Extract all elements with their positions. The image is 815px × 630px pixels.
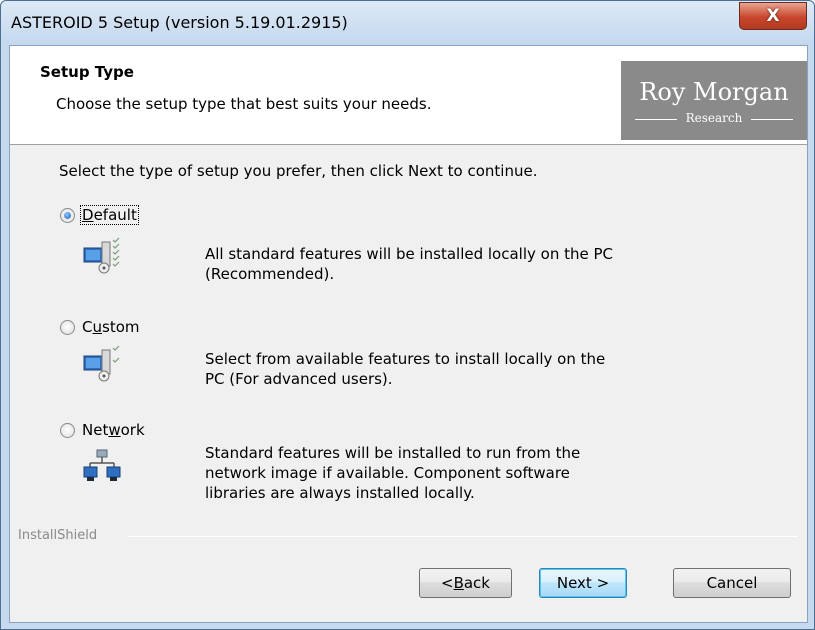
description-line: Standard features will be installed to r… [205,444,581,462]
cancel-button[interactable]: Cancel [673,568,791,598]
title-bar[interactable]: ASTEROID 5 Setup (version 5.19.01.2915) … [1,1,814,45]
option-default[interactable]: Default [60,205,139,225]
branding-divider [128,536,798,537]
option-network-label[interactable]: Network [81,421,146,439]
next-button[interactable]: Next > [539,568,627,598]
option-default-description: All standard features will be installed … [205,244,645,284]
description-line: network image if available. Component so… [205,464,570,482]
computer-install-all-icon [83,237,120,274]
description-line: All standard features will be installed … [205,245,613,263]
radio-custom[interactable] [60,319,75,335]
back-button[interactable]: < Back [419,568,512,598]
installshield-branding: InstallShield [10,528,807,543]
radio-default[interactable] [60,207,75,223]
option-default-label[interactable]: Default [80,205,139,225]
page-title: Setup Type [40,63,134,81]
option-network[interactable]: Network [60,421,146,439]
description-line: (Recommended). [205,265,335,283]
logo-sub-text: Research [685,111,743,125]
back-label-part: ack [463,574,490,592]
label-accelerator: w [108,421,121,439]
label-part: stom [102,318,140,336]
label-part: efault [93,206,137,224]
next-label: Next > [556,574,610,592]
description-line: Select from available features to instal… [205,350,606,368]
option-custom-description: Select from available features to instal… [205,349,645,389]
option-network-description: Standard features will be installed to r… [205,443,645,503]
instruction-text: Select the type of setup you prefer, the… [59,162,538,180]
label-part: C [82,318,93,336]
setup-window: ASTEROID 5 Setup (version 5.19.01.2915) … [0,0,815,630]
window-title: ASTEROID 5 Setup (version 5.19.01.2915) [11,13,348,32]
description-line: libraries are always installed locally. [205,484,475,502]
option-custom-label[interactable]: Custom [81,318,141,336]
option-custom[interactable]: Custom [60,318,141,336]
roy-morgan-logo: Roy Morgan Research [621,61,807,140]
label-part: Net [82,421,109,439]
back-accelerator: B [453,574,464,592]
header-band: Setup Type Choose the setup type that be… [10,46,807,145]
back-label-part: < [440,574,454,592]
page-subtitle: Choose the setup type that best suits yo… [56,95,432,113]
label-accelerator: u [92,318,102,336]
radio-network[interactable] [60,422,75,438]
computer-install-custom-icon [83,345,120,382]
installshield-label: InstallShield [18,528,98,543]
logo-rule-right [751,119,793,120]
close-button[interactable]: X [739,2,807,30]
network-computers-icon [83,449,121,481]
logo-main-text: Roy Morgan [639,78,789,106]
description-line: PC (For advanced users). [205,370,393,388]
close-icon: X [766,6,780,26]
label-part: ork [120,421,145,439]
cancel-label: Cancel [706,574,758,592]
dialog-client-area: Setup Type Choose the setup type that be… [9,45,808,623]
label-accelerator: D [82,206,94,224]
